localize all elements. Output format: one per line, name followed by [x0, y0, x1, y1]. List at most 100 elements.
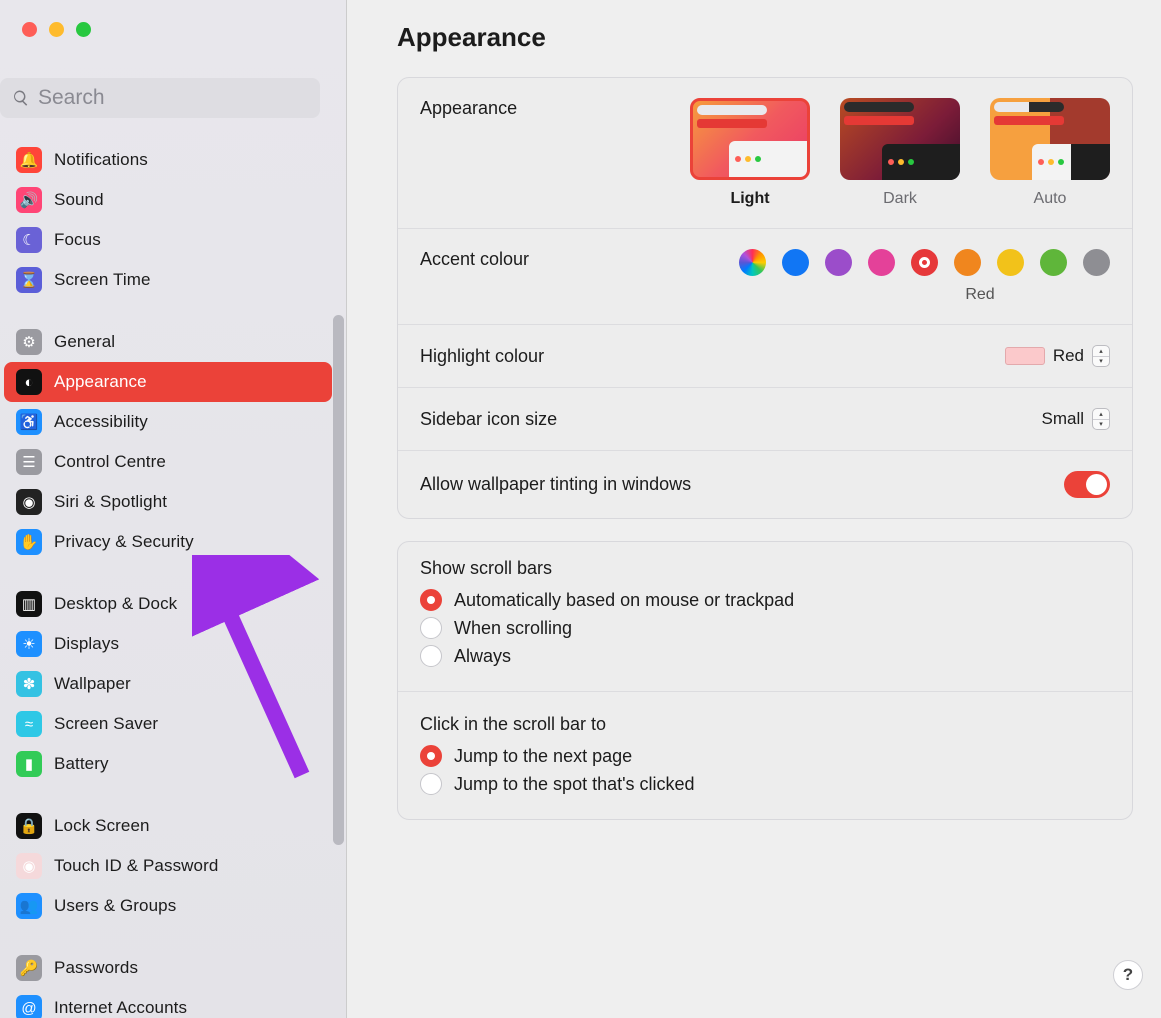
accent-swatch-pink[interactable] [868, 249, 895, 276]
window-controls [22, 22, 91, 37]
users-icon: 👥 [16, 893, 42, 919]
speaker-icon: 🔊 [16, 187, 42, 213]
search-input[interactable] [38, 86, 308, 110]
zoom-window-button[interactable] [76, 22, 91, 37]
hand-icon: ✋ [16, 529, 42, 555]
sidebar-item-notifications[interactable]: 🔔Notifications [4, 140, 332, 180]
batt-icon: ▮ [16, 751, 42, 777]
sidebar-item-users-groups[interactable]: 👥 Users & Groups [4, 886, 332, 926]
swave-icon: ≈ [16, 711, 42, 737]
sidebar-item-label: Screen Time [54, 270, 151, 290]
sidebar-item-desktop-dock[interactable]: ▥ Desktop & Dock [4, 584, 332, 624]
appearance-options: Light Dark Auto [690, 98, 1110, 208]
sidebar-item-sound[interactable]: 🔊 Sound [4, 180, 332, 220]
highlight-colour-swatch [1005, 347, 1045, 365]
sidebar-item-label: Users & Groups [54, 896, 176, 916]
person-icon: ♿ [16, 409, 42, 435]
highlight-colour-row: Highlight colour Red ▴▾ [398, 324, 1132, 387]
accent-colour-name: Red [420, 286, 1110, 304]
radio-label: Always [454, 646, 511, 667]
close-window-button[interactable] [22, 22, 37, 37]
sidebar-item-appearance[interactable]: ◐Appearance [4, 362, 332, 402]
sidebar-item-accessibility[interactable]: ♿Accessibility [4, 402, 332, 442]
accent-swatch-red[interactable] [911, 249, 938, 276]
accent-swatch-purple[interactable] [825, 249, 852, 276]
sidebar-item-internet-accounts[interactable]: @Internet Accounts [4, 988, 332, 1018]
show-scroll-bars-option-2[interactable]: Always [420, 645, 1110, 667]
sidebar-icon-size-label: Sidebar icon size [420, 409, 1041, 430]
minimize-window-button[interactable] [49, 22, 64, 37]
dock-icon: ▥ [16, 591, 42, 617]
sidebar-item-focus[interactable]: ☾Focus [4, 220, 332, 260]
sidebar-item-displays[interactable]: ☀Displays [4, 624, 332, 664]
accent-swatch-yellow[interactable] [997, 249, 1024, 276]
sidebar-item-label: Wallpaper [54, 674, 131, 694]
sun-icon: ☀ [16, 631, 42, 657]
sidebar-item-passwords[interactable]: 🔑Passwords [4, 948, 332, 988]
accent-swatch-blue[interactable] [782, 249, 809, 276]
sidebar-item-control-centre[interactable]: ☰Control Centre [4, 442, 332, 482]
highlight-colour-popup[interactable]: Red ▴▾ [1005, 345, 1110, 367]
appearance-option-auto[interactable]: Auto [990, 98, 1110, 208]
sidebar-item-label: Focus [54, 230, 101, 250]
sidebar-item-label: Desktop & Dock [54, 594, 177, 614]
at-icon: @ [16, 995, 42, 1018]
accent-swatch-grey[interactable] [1083, 249, 1110, 276]
sidebar-item-siri-spotlight[interactable]: ◉Siri & Spotlight [4, 482, 332, 522]
popup-stepper-icon: ▴▾ [1092, 408, 1110, 430]
sidebar-item-label: Touch ID & Password [54, 856, 218, 876]
search-icon [12, 89, 30, 107]
appearance-thumb [840, 98, 960, 180]
radio-icon [420, 745, 442, 767]
sliders-icon: ☰ [16, 449, 42, 475]
sidebar-item-label: Sound [54, 190, 104, 210]
wallpaper-tinting-label: Allow wallpaper tinting in windows [420, 474, 1064, 495]
appearance-thumb [690, 98, 810, 180]
radio-label: When scrolling [454, 618, 572, 639]
sidebar-item-label: Notifications [54, 150, 148, 170]
hourglass-icon: ⌛ [16, 267, 42, 293]
radio-icon [420, 645, 442, 667]
sidebar-icon-size-popup[interactable]: Small ▴▾ [1041, 408, 1110, 430]
appearance-option-label: Dark [840, 190, 960, 208]
radio-label: Jump to the spot that's clicked [454, 774, 695, 795]
sidebar-item-touch-id-password[interactable]: ◉Touch ID & Password [4, 846, 332, 886]
click-scroll-bar-title: Click in the scroll bar to [420, 714, 1110, 735]
wallpaper-tinting-toggle[interactable] [1064, 471, 1110, 498]
content: Appearance Appearance Light Dark Auto Acce… [347, 0, 1161, 1018]
sidebar-item-battery[interactable]: ▮Battery [4, 744, 332, 784]
accent-swatch-multicolor[interactable] [739, 249, 766, 276]
accent-swatch-orange[interactable] [954, 249, 981, 276]
sidebar-item-lock-screen[interactable]: 🔒Lock Screen [4, 806, 332, 846]
appearance-option-dark[interactable]: Dark [840, 98, 960, 208]
sidebar-item-privacy-security[interactable]: ✋Privacy & Security [4, 522, 332, 562]
accent-colour-swatches [739, 249, 1110, 276]
show-scroll-bars-option-1[interactable]: When scrolling [420, 617, 1110, 639]
appearance-thumb [990, 98, 1110, 180]
appearance-panel: Appearance Light Dark Auto Accent colour R… [397, 77, 1133, 519]
appearance-row: Appearance Light Dark Auto [398, 78, 1132, 228]
click-scroll-bar-option-0[interactable]: Jump to the next page [420, 745, 1110, 767]
sidebar-item-screen-saver[interactable]: ≈ Screen Saver [4, 704, 332, 744]
search-field[interactable] [0, 78, 320, 118]
show-scroll-bars-option-0[interactable]: Automatically based on mouse or trackpad [420, 589, 1110, 611]
accent-colour-row: Accent colour Red [398, 228, 1132, 324]
gear-icon: ⚙ [16, 329, 42, 355]
radio-icon [420, 589, 442, 611]
sidebar-scrollbar[interactable] [333, 315, 344, 845]
appearance-option-light[interactable]: Light [690, 98, 810, 208]
sidebar-item-screen-time[interactable]: ⌛ Screen Time [4, 260, 332, 300]
help-button[interactable]: ? [1113, 960, 1143, 990]
show-scroll-bars-title: Show scroll bars [420, 558, 1110, 579]
click-scroll-bar-option-1[interactable]: Jump to the spot that's clicked [420, 773, 1110, 795]
appearance-label: Appearance [420, 98, 690, 119]
accent-swatch-green[interactable] [1040, 249, 1067, 276]
radio-label: Jump to the next page [454, 746, 632, 767]
sidebar-item-wallpaper[interactable]: ✽Wallpaper [4, 664, 332, 704]
accent-colour-label: Accent colour [420, 249, 739, 270]
click-scroll-bar-group: Click in the scroll bar to Jump to the n… [398, 692, 1132, 819]
sidebar-item-label: Screen Saver [54, 714, 158, 734]
radio-icon [420, 617, 442, 639]
siri-icon: ◉ [16, 489, 42, 515]
sidebar-item-general[interactable]: ⚙General [4, 322, 332, 362]
